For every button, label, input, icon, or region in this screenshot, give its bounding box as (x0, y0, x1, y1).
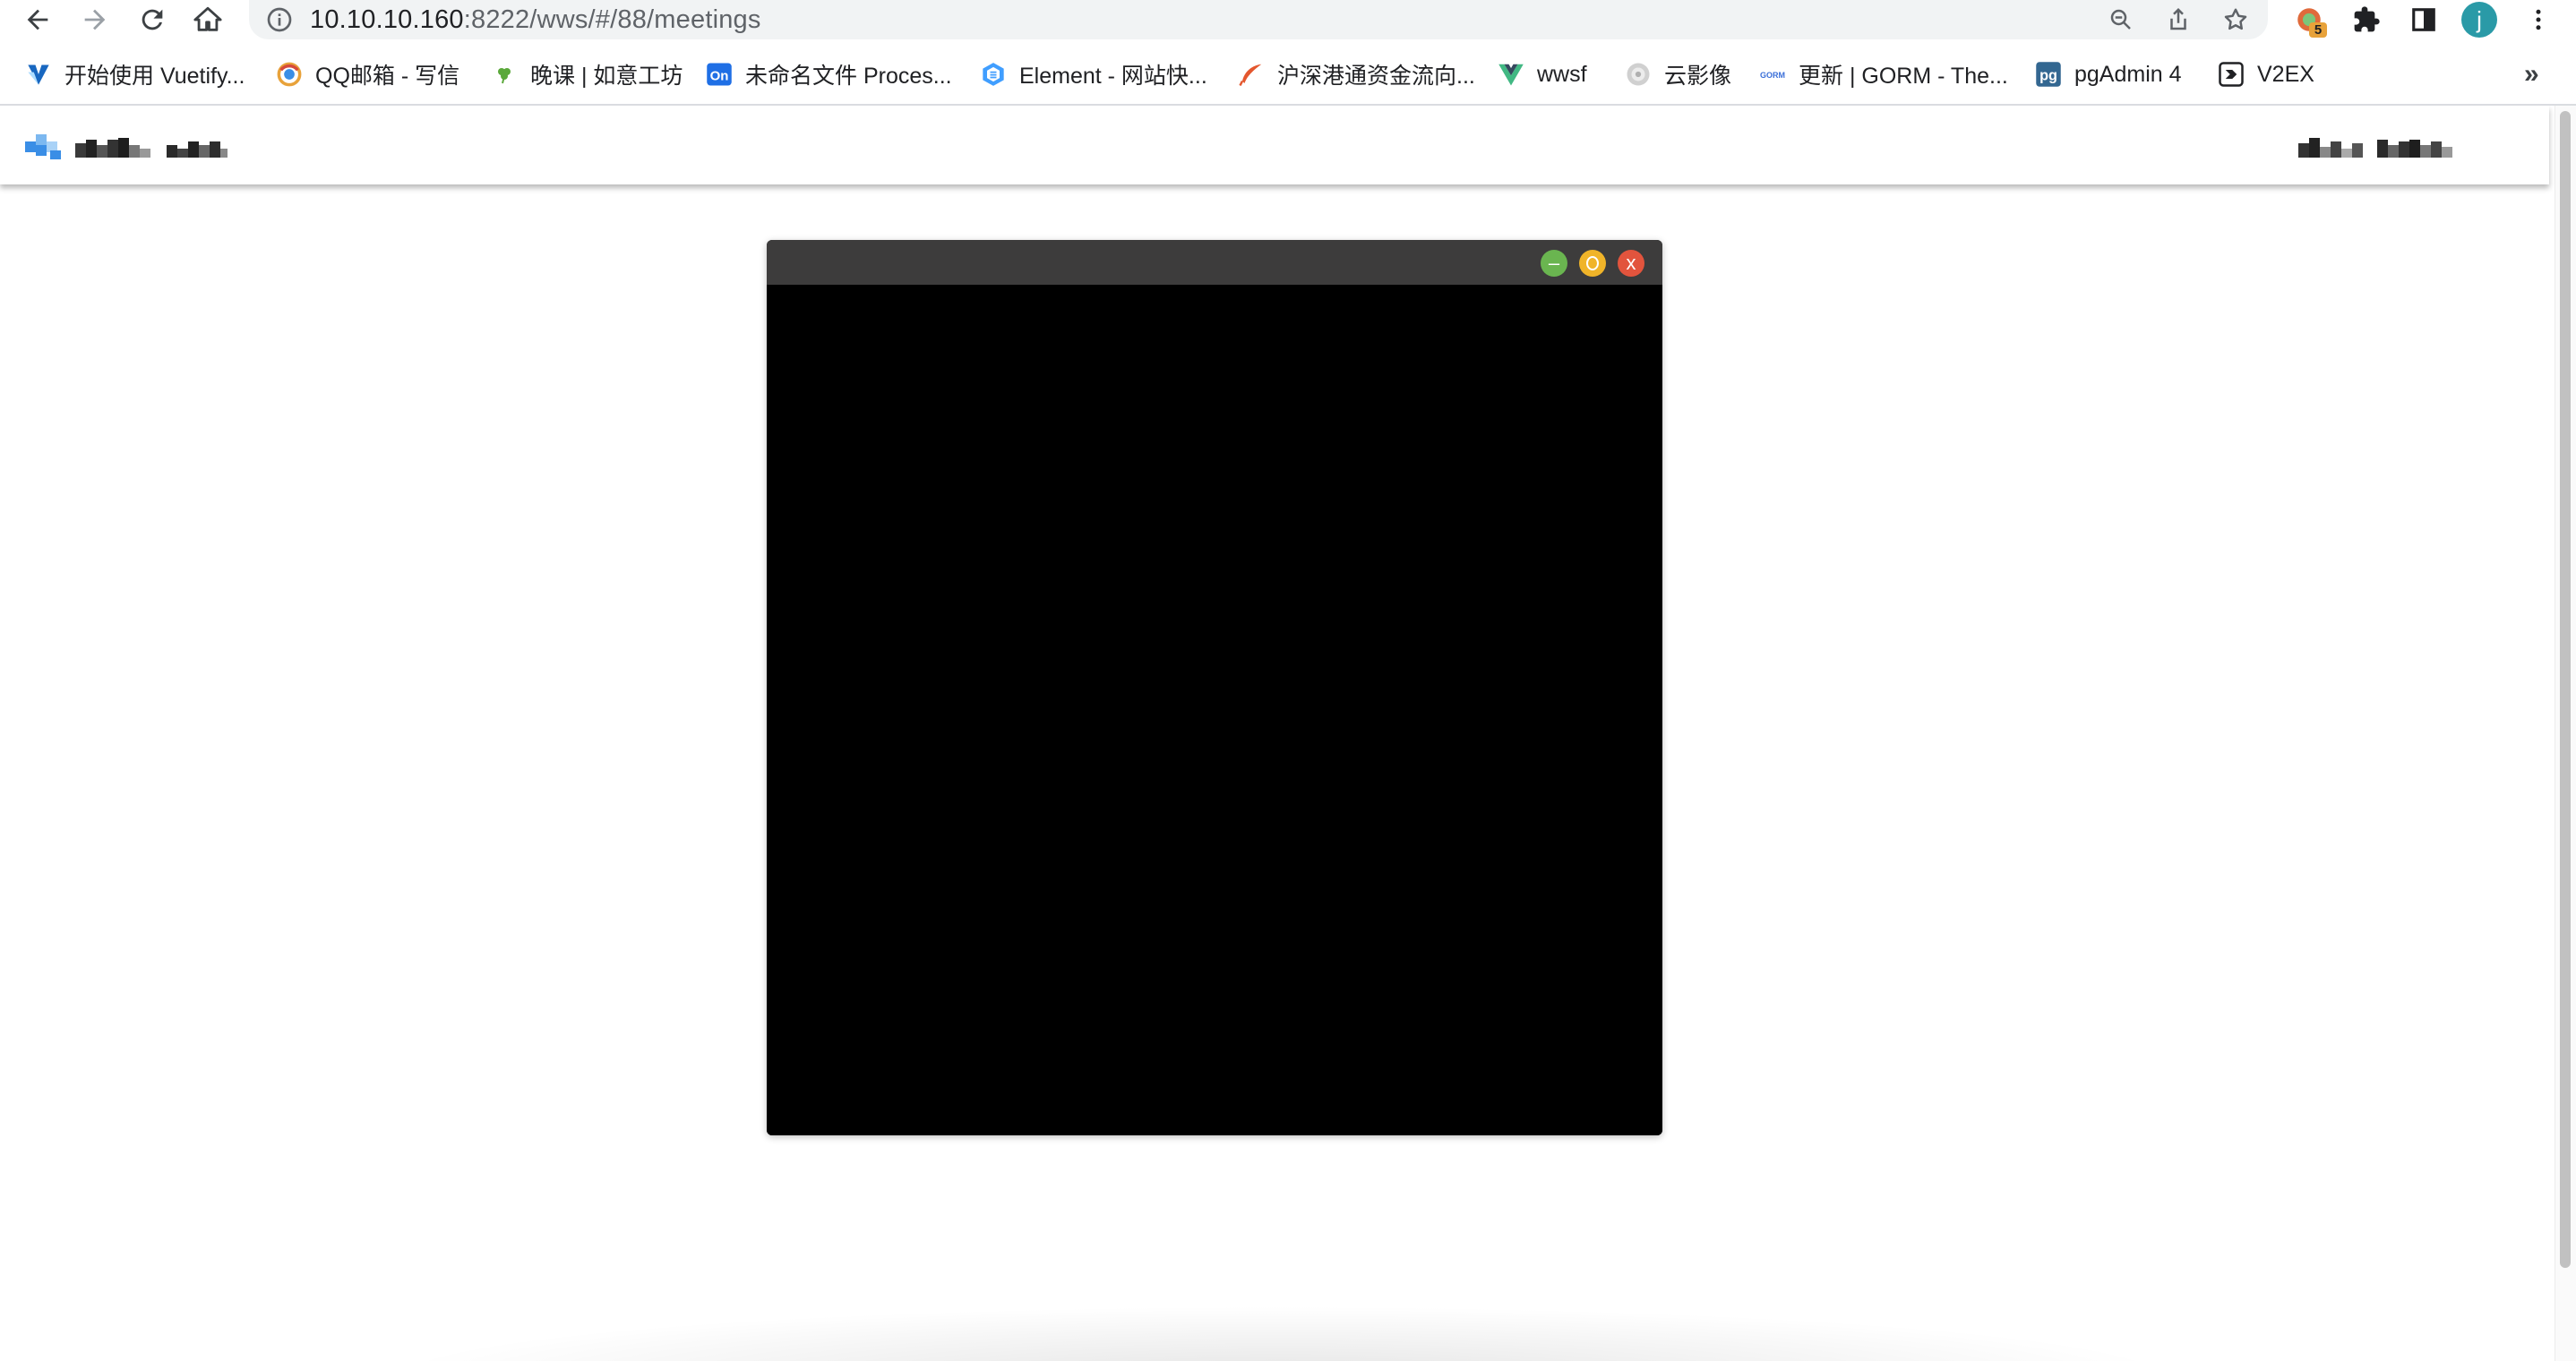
side-panel-icon (2412, 8, 2435, 31)
svg-text:pg: pg (2039, 67, 2057, 83)
app-header (0, 106, 2549, 184)
video-area (767, 285, 1662, 1135)
address-bar[interactable]: 10.10.10.160:8222/wws/#/88/meetings (249, 0, 2268, 39)
url-host: 10.10.10.160 (310, 5, 464, 34)
extension-button[interactable]: 5 (2291, 2, 2327, 38)
share-button[interactable] (2162, 4, 2194, 36)
meeting-video-window[interactable]: – x (767, 240, 1662, 1135)
info-icon[interactable] (265, 5, 294, 34)
bookmarks-overflow-button[interactable]: » (2524, 59, 2539, 90)
back-button[interactable] (20, 2, 56, 38)
zoom-button[interactable] (2105, 4, 2137, 36)
bookmark-label: 晚课 | 如意工坊 (530, 64, 683, 89)
svg-text:On: On (710, 68, 729, 83)
bookmark-label: 开始使用 Vuetify... (64, 64, 245, 89)
cloud-image-icon (1625, 61, 1652, 88)
vuetify-icon (25, 61, 52, 88)
maximize-icon (1586, 256, 1599, 270)
share-icon (2170, 7, 2186, 30)
bookmark-item[interactable]: Element - 网站快... (980, 56, 1207, 93)
arrow-right-icon (84, 9, 106, 30)
bookmark-item[interactable]: On 未命名文件 Proces... (706, 56, 952, 93)
browser-toolbar: 10.10.10.160:8222/wws/#/88/meetings 5 j (0, 0, 2576, 39)
bookmark-label: 更新 | GORM - The... (1799, 64, 2008, 89)
bookmark-label: 沪深港通资金流向... (1277, 64, 1475, 89)
footer-shadow (376, 1305, 2185, 1361)
minimize-button[interactable]: – (1541, 250, 1567, 277)
zoom-icon (2110, 9, 2131, 30)
bookmark-label: V2EX (2257, 61, 2314, 87)
bookmarks-bar: 开始使用 Vuetify... QQ邮箱 - 写信 晚课 | 如意工坊 On 未… (0, 45, 2576, 106)
svg-text:GORM: GORM (1760, 71, 1785, 80)
feather-icon (1238, 61, 1265, 88)
arrow-left-icon (27, 9, 48, 30)
maximize-button[interactable] (1579, 250, 1606, 277)
bookmark-item[interactable]: 沪深港通资金流向... (1238, 56, 1475, 93)
gorm-icon: GORM (1759, 61, 1786, 88)
redacted-app-title (75, 136, 228, 158)
clover-icon (491, 61, 518, 88)
profile-avatar[interactable]: j (2461, 2, 2497, 38)
browser-menu-button[interactable] (2520, 2, 2556, 38)
home-button[interactable] (190, 2, 226, 38)
bookmark-star-button[interactable] (2220, 4, 2252, 36)
qq-mail-icon (276, 61, 303, 88)
reload-icon (142, 9, 163, 30)
bookmark-item[interactable]: V2EX (2218, 56, 2314, 93)
extension-badge: 5 (2309, 22, 2327, 38)
close-button[interactable]: x (1618, 250, 1644, 277)
vue-icon (1498, 61, 1524, 88)
redacted-user-info[interactable] (2298, 136, 2452, 158)
bookmark-label: Element - 网站快... (1019, 64, 1207, 89)
extensions-menu-button[interactable] (2348, 2, 2384, 38)
page-scrollbar[interactable] (2555, 106, 2576, 1361)
home-icon (193, 6, 222, 31)
star-icon (2224, 8, 2247, 30)
app-logo-icon (25, 134, 61, 159)
bookmark-label: 未命名文件 Proces... (745, 64, 952, 89)
kebab-menu-icon (2536, 9, 2541, 30)
v2ex-icon (2218, 61, 2245, 88)
bookmark-item[interactable]: 晚课 | 如意工坊 (491, 56, 683, 93)
puzzle-icon (2354, 6, 2380, 32)
window-titlebar[interactable]: – x (767, 240, 1662, 285)
forward-button[interactable] (77, 2, 113, 38)
bookmark-item[interactable]: 云影像 (1625, 56, 1731, 93)
bookmark-item[interactable]: GORM 更新 | GORM - The... (1759, 56, 2008, 93)
processon-icon: On (706, 61, 733, 88)
url-path: :8222/wws/#/88/meetings (463, 5, 761, 34)
side-panel-button[interactable] (2406, 2, 2442, 38)
bookmark-label: 云影像 (1664, 64, 1732, 89)
scrollbar-thumb[interactable] (2560, 111, 2571, 1268)
bookmark-item[interactable]: 开始使用 Vuetify... (25, 56, 245, 93)
reload-button[interactable] (134, 2, 170, 38)
bookmark-item[interactable]: wwsf (1498, 56, 1587, 93)
url-text[interactable]: 10.10.10.160:8222/wws/#/88/meetings (310, 2, 761, 38)
element-icon (980, 61, 1007, 88)
bookmark-label: wwsf (1537, 61, 1587, 87)
bookmark-label: pgAdmin 4 (2074, 61, 2182, 87)
bookmark-item[interactable]: pg pgAdmin 4 (2035, 56, 2182, 93)
pgadmin-icon: pg (2035, 61, 2062, 88)
bookmark-label: QQ邮箱 - 写信 (315, 64, 460, 89)
bookmark-item[interactable]: QQ邮箱 - 写信 (276, 56, 459, 93)
